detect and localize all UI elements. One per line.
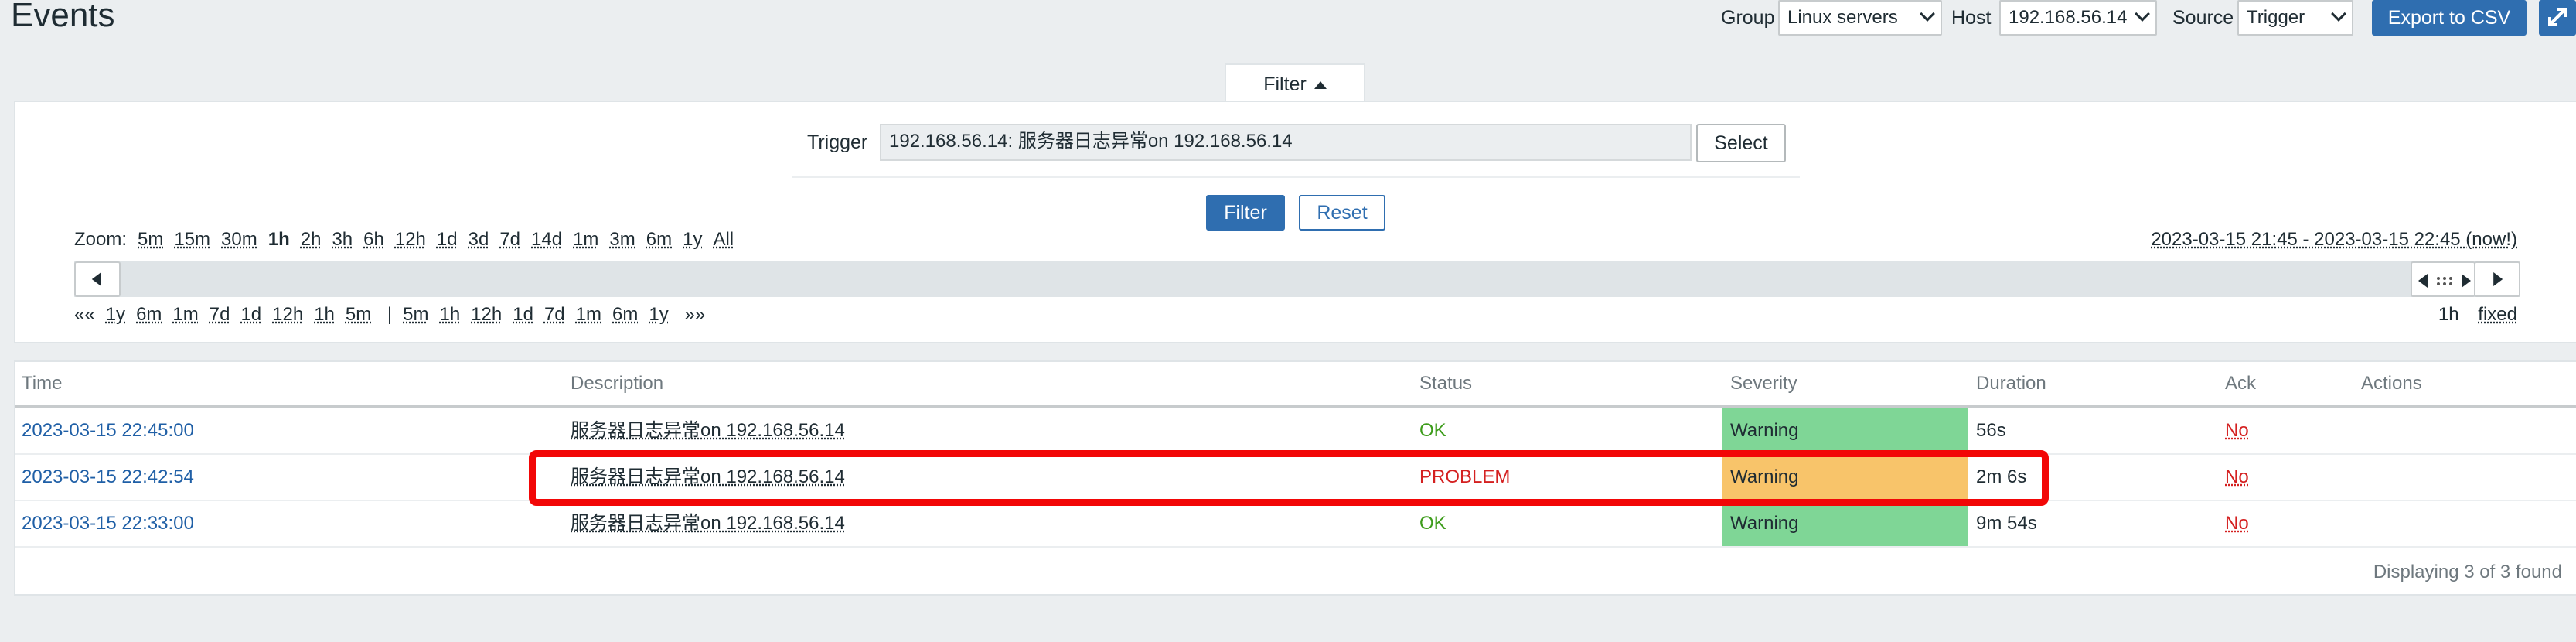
timeline-option[interactable]: 5m [403,304,428,325]
timeline-option[interactable]: 1m [172,304,198,325]
timeline-forward-button[interactable] [2474,261,2520,297]
column-duration: Duration [1976,373,2046,394]
status-badge: OK [1419,513,1446,534]
timeline-option[interactable]: 1h [314,304,335,325]
timeline-option[interactable]: 7d [210,304,230,325]
drag-handle-icon [2418,274,2471,288]
fullscreen-icon [2548,8,2567,26]
timeline-option[interactable]: 1d [513,304,533,325]
source-select-value: Trigger [2247,7,2305,28]
timeline-option[interactable]: 3h [332,229,353,250]
timeline-option[interactable]: 5m [346,304,371,325]
host-label: Host [1951,7,1992,29]
timeline-option[interactable]: 6h [363,229,384,250]
fixed-toggle[interactable]: fixed [2478,304,2517,325]
timeline-option[interactable]: 15m [174,229,210,250]
step-forward-end[interactable]: »» [684,304,705,325]
results-count: Displaying 3 of 3 found [2373,562,2562,582]
apply-filter-button[interactable]: Filter [1206,195,1285,231]
export-csv-button[interactable]: Export to CSV [2372,0,2527,36]
source-select[interactable]: Trigger [2237,0,2353,36]
timeline-option[interactable]: 1y [683,229,702,250]
timeline-option[interactable]: 7d [499,229,520,250]
column-time[interactable]: Time [22,372,62,395]
chevron-down-icon [1920,6,1935,22]
timeline-option[interactable]: 14d [531,229,562,250]
filter-tab-label: Filter [1263,73,1307,95]
timeline-option[interactable]: 30m [221,229,257,250]
step-back-start[interactable]: «« [74,304,95,325]
column-description[interactable]: Description [571,372,663,395]
triangle-left-icon [91,272,101,286]
row-divider [15,546,2576,548]
chevron-down-icon [2135,6,2150,22]
zoom-bar: Zoom: 5m 15m 30m 1h 2h 3h 6h 12h 1d 3d 7d 14d 1m 3m 6m 1… [74,228,734,251]
column-status: Status [1419,373,1473,394]
timeline-option[interactable]: 5m [138,229,163,250]
highlight-box [529,450,2049,506]
timeline-option[interactable]: 6m [646,229,672,250]
event-time-link[interactable]: 2023-03-15 22:42:54 [22,466,194,489]
filter-divider [792,176,1800,178]
timeline-option[interactable]: 6m [612,304,638,325]
period-value: 1h [2438,304,2459,325]
timeline-bar[interactable] [74,261,2520,297]
step-bar: «« 1y 6m 1m 7d 1d 12h 1h 5m | 5m 1h 12h 1d 7d 1m 6m 1y »… [74,303,705,326]
timeline-option[interactable]: 1d [240,304,261,325]
status-badge: OK [1419,420,1446,441]
host-select[interactable]: 192.168.56.14 [1999,0,2157,36]
reset-filter-button[interactable]: Reset [1299,195,1385,231]
group-select[interactable]: Linux servers [1778,0,1942,36]
ack-link[interactable]: No [2225,466,2249,489]
page-title: Events [11,0,115,34]
timeline-option[interactable]: 6m [136,304,162,325]
severity-label: Warning [1730,420,1799,441]
ack-link[interactable]: No [2225,419,2249,442]
timeline-option[interactable]: 1h [440,304,461,325]
timeline-option[interactable]: 7d [544,304,565,325]
timeline-option[interactable]: All [713,229,734,250]
column-ack: Ack [2225,373,2257,394]
timeline-zoom-handle[interactable] [2411,261,2475,297]
timeline-option[interactable]: 1m [573,229,598,250]
event-description[interactable]: 服务器日志异常on 192.168.56.14 [571,512,845,535]
zoom-label: Zoom: [74,229,128,250]
timeline-option[interactable]: 12h [272,304,303,325]
timeline-back-button[interactable] [74,261,121,297]
timeline-option[interactable]: 1m [576,304,601,325]
event-time-link[interactable]: 2023-03-15 22:33:00 [22,512,194,535]
time-range[interactable]: 2023-03-15 21:45 - 2023-03-15 22:45 (now… [2151,228,2517,251]
severity-label: Warning [1730,513,1799,534]
triangle-right-icon [2493,272,2503,286]
host-select-value: 192.168.56.14 [2009,7,2128,28]
timeline-option[interactable]: 1d [437,229,458,250]
trigger-input[interactable]: 192.168.56.14: 服务器日志异常on 192.168.56.14 [880,124,1692,161]
timeline-option[interactable]: 12h [395,229,426,250]
fullscreen-button[interactable] [2539,0,2576,36]
caret-up-icon [1314,81,1327,89]
timeline-option[interactable]: 1y [106,304,125,325]
ack-link[interactable]: No [2225,512,2249,535]
source-label: Source [2172,7,2234,29]
timeline-option[interactable]: 2h [301,229,322,250]
event-time-link[interactable]: 2023-03-15 22:45:00 [22,419,194,442]
trigger-label: Trigger [807,131,868,153]
event-description[interactable]: 服务器日志异常on 192.168.56.14 [571,419,845,442]
timeline-option[interactable]: 12h [471,304,502,325]
timeline-option[interactable]: 1y [649,304,668,325]
tab-filter[interactable]: Filter [1225,63,1365,102]
timeline-option[interactable]: 1h [268,229,290,250]
timeline-option[interactable]: 3m [609,229,635,250]
group-select-value: Linux servers [1787,7,1898,28]
column-actions: Actions [2361,373,2422,394]
table-header-divider [15,405,2576,408]
column-severity: Severity [1730,373,1797,394]
period-info: 1h fixed [2438,303,2517,326]
chevron-down-icon [2331,6,2346,22]
duration-value: 9m 54s [1976,513,2037,534]
timeline-option[interactable]: 3d [469,229,489,250]
select-trigger-button[interactable]: Select [1696,124,1786,162]
duration-value: 56s [1976,420,2006,441]
group-label: Group [1721,7,1775,29]
